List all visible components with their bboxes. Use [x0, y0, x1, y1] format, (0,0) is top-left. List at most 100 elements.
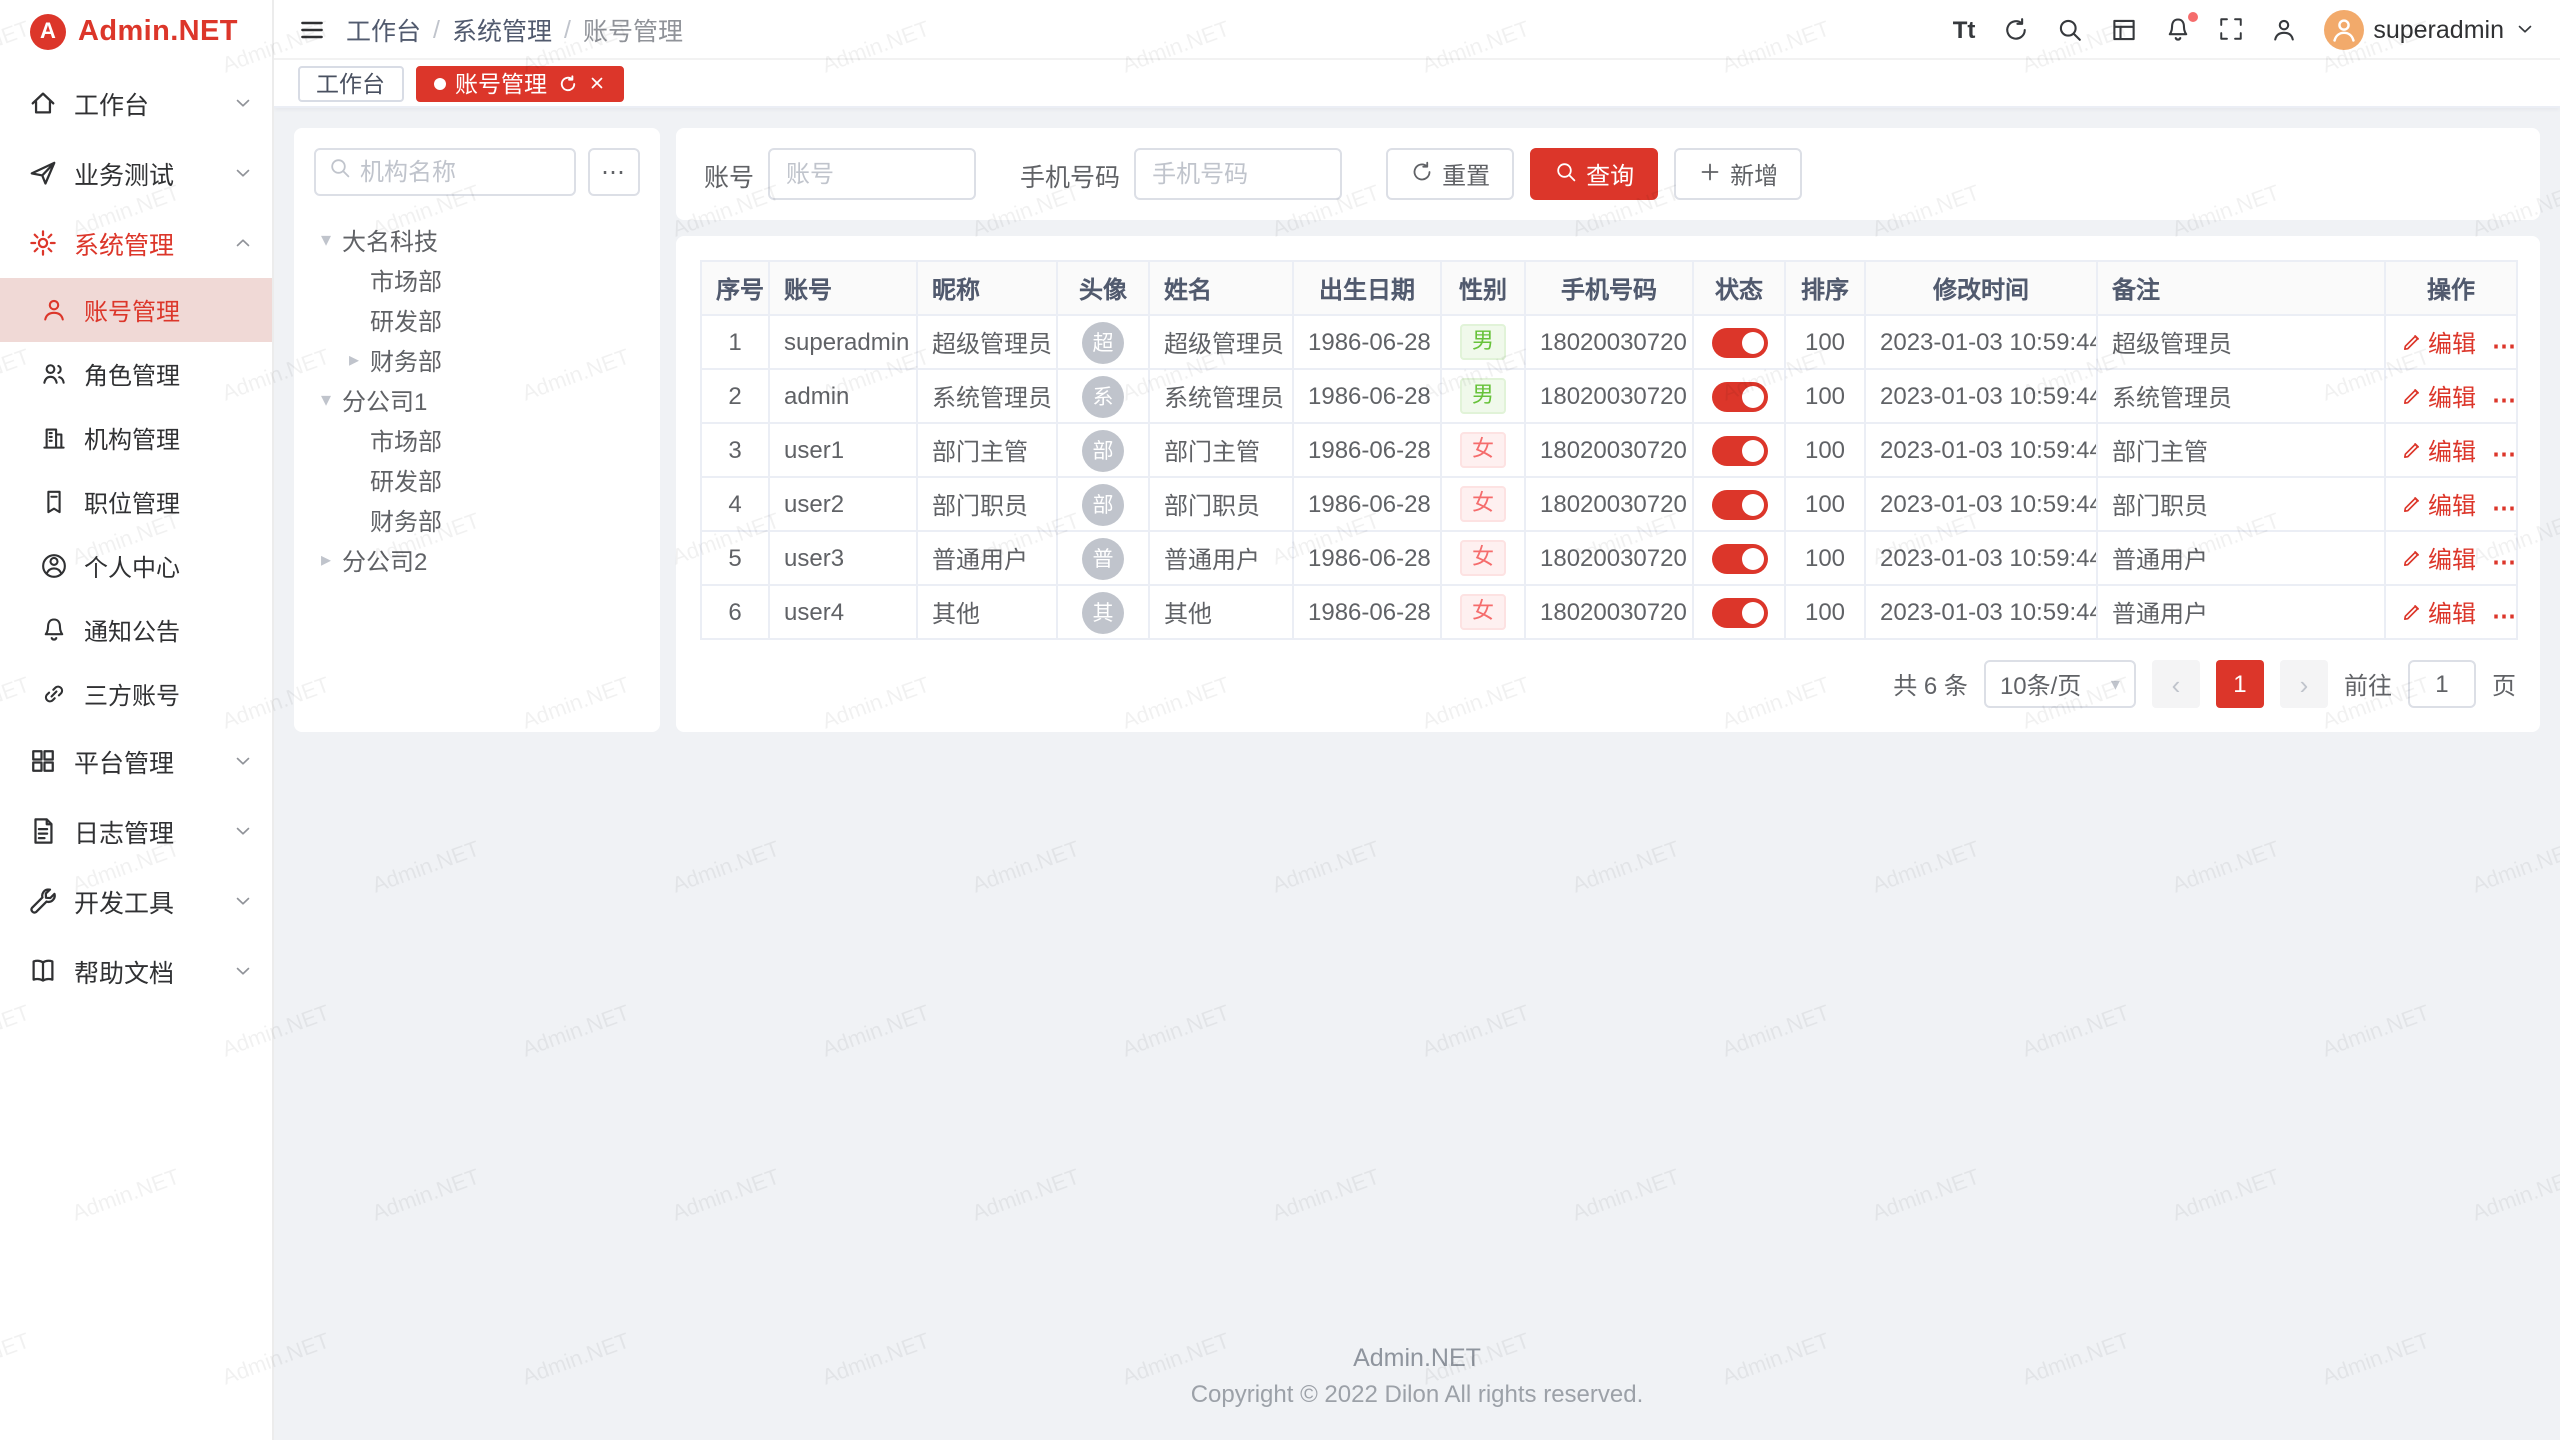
page-size-select[interactable]: 10条/页 ▾: [1984, 660, 2136, 708]
menu-toggle-icon[interactable]: [298, 15, 326, 43]
edit-label: 编辑: [2428, 433, 2476, 467]
table-row: 1superadmin超级管理员超超级管理员1986-06-28男1802003…: [701, 315, 2517, 369]
search-icon: [328, 154, 352, 190]
sidebar-item-0[interactable]: 工作台: [0, 68, 272, 138]
org-tree-header: ⋯: [314, 148, 640, 196]
tree-node[interactable]: 财务部: [314, 500, 640, 540]
status-toggle[interactable]: [1711, 435, 1767, 465]
sidebar-subitem-6[interactable]: 三方账号: [0, 662, 272, 726]
tree-node[interactable]: 研发部: [314, 300, 640, 340]
status-toggle[interactable]: [1711, 327, 1767, 357]
more-actions-button[interactable]: ⋯: [2492, 493, 2516, 521]
tree-node[interactable]: ▸分公司2: [314, 540, 640, 580]
theme-icon[interactable]: [2109, 15, 2137, 43]
profile-icon: [40, 552, 68, 580]
pagination: 共 6 条 10条/页 ▾ ‹ 1 › 前往 页: [700, 660, 2516, 708]
tree-caret-icon[interactable]: ▾: [314, 229, 338, 251]
prev-page-button[interactable]: ‹: [2152, 660, 2200, 708]
font-size-icon[interactable]: Tt: [1953, 15, 1976, 43]
tree-node[interactable]: ▾分公司1: [314, 380, 640, 420]
user-menu[interactable]: superadmin: [2323, 9, 2536, 49]
cell-sort: 100: [1785, 531, 1865, 585]
goto-page-input[interactable]: [2408, 660, 2476, 708]
more-actions-button[interactable]: ⋯: [2492, 547, 2516, 575]
org-more-button[interactable]: ⋯: [588, 148, 640, 196]
sidebar-subitem-0[interactable]: 账号管理: [0, 278, 272, 342]
sidebar-item-6[interactable]: 帮助文档: [0, 936, 272, 1006]
tree-caret-icon[interactable]: ▾: [314, 389, 338, 411]
gender-badge: 女: [1460, 540, 1506, 576]
tools-icon: [28, 886, 58, 916]
cell-phone: 18020030720: [1525, 423, 1693, 477]
cell-modified: 2023-01-03 10:59:44: [1865, 423, 2097, 477]
tree-node[interactable]: 市场部: [314, 420, 640, 460]
cell-avatar: 部: [1057, 423, 1149, 477]
tab-0[interactable]: 工作台: [298, 65, 403, 101]
sidebar-item-4[interactable]: 日志管理: [0, 796, 272, 866]
sidebar-item-2[interactable]: 系统管理: [0, 208, 272, 278]
tree-caret-icon[interactable]: ▸: [314, 549, 338, 571]
cell-sort: 100: [1785, 315, 1865, 369]
phone-filter-input[interactable]: [1134, 148, 1342, 200]
sidebar-item-3[interactable]: 平台管理: [0, 726, 272, 796]
column-header: 手机号码: [1525, 261, 1693, 315]
more-actions-button[interactable]: ⋯: [2492, 331, 2516, 359]
tab-refresh-icon[interactable]: [557, 73, 577, 93]
breadcrumb-item[interactable]: 系统管理: [452, 10, 552, 48]
status-toggle[interactable]: [1711, 543, 1767, 573]
edit-button[interactable]: 编辑: [2400, 325, 2476, 359]
more-actions-button[interactable]: ⋯: [2492, 439, 2516, 467]
sidebar-subitem-1[interactable]: 角色管理: [0, 342, 272, 406]
sidebar-subitem-5[interactable]: 通知公告: [0, 598, 272, 662]
tab-active[interactable]: 账号管理: [415, 65, 623, 101]
pagination-total: 共 6 条: [1893, 667, 1968, 701]
search-icon[interactable]: [2055, 15, 2083, 43]
edit-button[interactable]: 编辑: [2400, 433, 2476, 467]
tree-node[interactable]: 市场部: [314, 260, 640, 300]
edit-button[interactable]: 编辑: [2400, 595, 2476, 629]
tree-caret-icon[interactable]: ▸: [342, 349, 366, 371]
log-icon: [28, 816, 58, 846]
sidebar-subitem-2[interactable]: 机构管理: [0, 406, 272, 470]
tree-node[interactable]: 研发部: [314, 460, 640, 500]
status-toggle[interactable]: [1711, 381, 1767, 411]
edit-button[interactable]: 编辑: [2400, 487, 2476, 521]
cell-gender: 男: [1441, 369, 1525, 423]
tree-node[interactable]: ▸财务部: [314, 340, 640, 380]
query-button[interactable]: 查询: [1530, 148, 1658, 200]
column-header: 序号: [701, 261, 769, 315]
breadcrumb-item[interactable]: 工作台: [346, 10, 421, 48]
column-header: 状态: [1693, 261, 1785, 315]
cell-name: 普通用户: [1149, 531, 1293, 585]
tab-bar: 工作台账号管理: [274, 60, 2560, 108]
user-icon[interactable]: [2269, 15, 2297, 43]
org-search-input[interactable]: [360, 158, 562, 186]
tree-node[interactable]: ▾大名科技: [314, 220, 640, 260]
refresh-icon[interactable]: [2001, 15, 2029, 43]
more-actions-button[interactable]: ⋯: [2492, 385, 2516, 413]
account-filter-input[interactable]: [768, 148, 976, 200]
edit-button[interactable]: 编辑: [2400, 379, 2476, 413]
fullscreen-icon[interactable]: [2217, 16, 2243, 42]
sidebar-item-5[interactable]: 开发工具: [0, 866, 272, 936]
tree-node-label: 财务部: [370, 503, 442, 537]
sidebar-subitem-3[interactable]: 职位管理: [0, 470, 272, 534]
goto-label: 前往: [2344, 667, 2392, 701]
more-actions-button[interactable]: ⋯: [2492, 601, 2516, 629]
next-page-button[interactable]: ›: [2280, 660, 2328, 708]
tab-close-icon[interactable]: [587, 74, 605, 92]
sidebar-item-1[interactable]: 业务测试: [0, 138, 272, 208]
add-button[interactable]: 新增: [1674, 148, 1802, 200]
sidebar-subitem-label: 职位管理: [84, 485, 254, 519]
page-1-button[interactable]: 1: [2216, 660, 2264, 708]
cell-account: user2: [769, 477, 917, 531]
cell-index: 3: [701, 423, 769, 477]
sidebar-subitem-4[interactable]: 个人中心: [0, 534, 272, 598]
cell-status: [1693, 369, 1785, 423]
reset-button[interactable]: 重置: [1386, 148, 1514, 200]
status-toggle[interactable]: [1711, 597, 1767, 627]
notification-bell-icon[interactable]: [2163, 15, 2191, 43]
status-toggle[interactable]: [1711, 489, 1767, 519]
edit-label: 编辑: [2428, 487, 2476, 521]
edit-button[interactable]: 编辑: [2400, 541, 2476, 575]
